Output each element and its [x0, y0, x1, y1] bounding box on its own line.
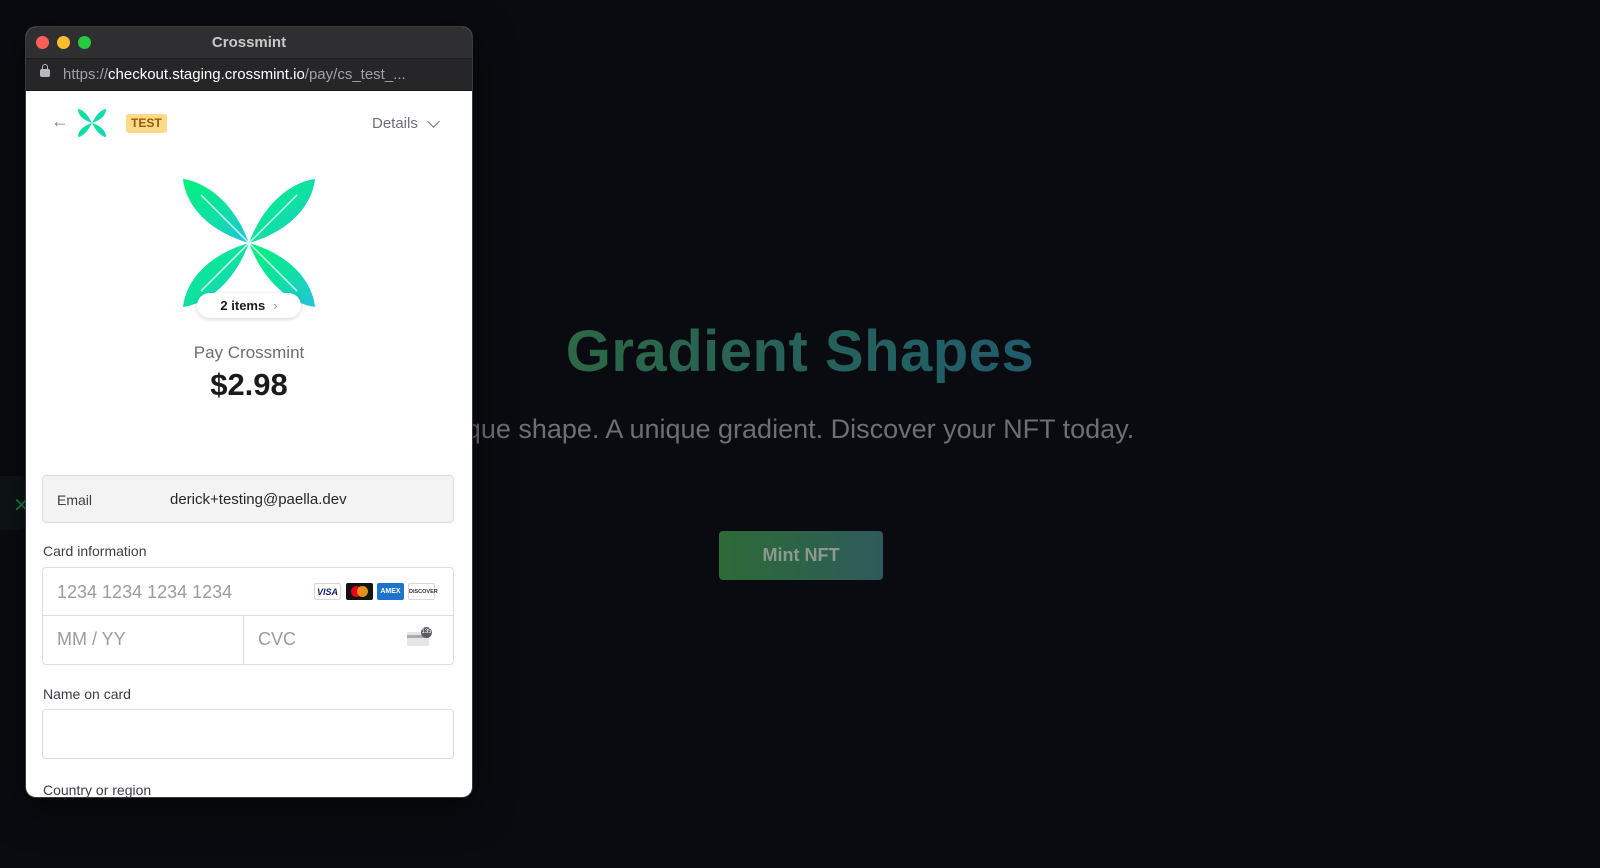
- cvc-input[interactable]: CVC 135: [243, 615, 454, 665]
- name-on-card-label: Name on card: [43, 686, 131, 702]
- card-number-input[interactable]: 1234 1234 1234 1234 VISA AMEX DISCOVER: [42, 567, 454, 616]
- items-count-pill[interactable]: 2 items ›: [197, 293, 301, 318]
- back-arrow-icon[interactable]: ←: [51, 111, 69, 132]
- url-text: https://checkout.staging.crossmint.io/pa…: [63, 66, 406, 83]
- email-field[interactable]: Email derick+testing@paella.dev: [42, 475, 454, 523]
- chevron-right-icon: ›: [273, 298, 278, 313]
- discover-icon: DISCOVER: [408, 583, 438, 600]
- email-value: derick+testing@paella.dev: [170, 491, 347, 508]
- window-titlebar[interactable]: Crossmint: [26, 27, 472, 59]
- total-amount: $2.98: [210, 367, 288, 402]
- side-logo-tab: ✕: [0, 476, 30, 530]
- crossmint-logo-icon: [78, 109, 106, 137]
- cvc-placeholder: CVC: [258, 629, 297, 649]
- amex-icon: AMEX: [377, 583, 404, 600]
- checkout-popup-window: Crossmint https://checkout.staging.cross…: [26, 27, 472, 797]
- country-region-label: Country or region: [43, 782, 152, 797]
- mastercard-icon: [346, 583, 373, 600]
- window-title: Crossmint: [211, 34, 287, 51]
- pay-merchant-label: Pay Crossmint: [193, 343, 305, 362]
- items-count-label: 2 items: [220, 298, 266, 313]
- product-image: [183, 179, 315, 307]
- mint-nft-button[interactable]: Mint NFT: [719, 531, 883, 580]
- expiry-placeholder: MM / YY: [57, 629, 126, 649]
- email-label: Email: [57, 492, 93, 508]
- expiry-input[interactable]: MM / YY: [42, 615, 244, 665]
- checkout-content: ← TEST Details 2 items › Pay Crossmint $…: [26, 91, 472, 797]
- chevron-down-icon[interactable]: [427, 115, 440, 128]
- lock-icon: [40, 64, 50, 77]
- card-information-label: Card information: [43, 543, 147, 559]
- visa-icon: VISA: [314, 583, 341, 600]
- url-scheme: https://: [63, 66, 109, 83]
- test-mode-badge: TEST: [126, 114, 167, 133]
- name-on-card-input[interactable]: [42, 709, 454, 759]
- url-host: checkout.staging.crossmint.io: [108, 66, 305, 83]
- details-toggle[interactable]: Details: [372, 115, 418, 132]
- card-number-placeholder: 1234 1234 1234 1234: [57, 582, 233, 602]
- url-path: /pay/cs_test_...: [304, 66, 406, 83]
- url-bar[interactable]: https://checkout.staging.crossmint.io/pa…: [26, 59, 472, 91]
- cvc-card-icon: 135: [407, 627, 432, 646]
